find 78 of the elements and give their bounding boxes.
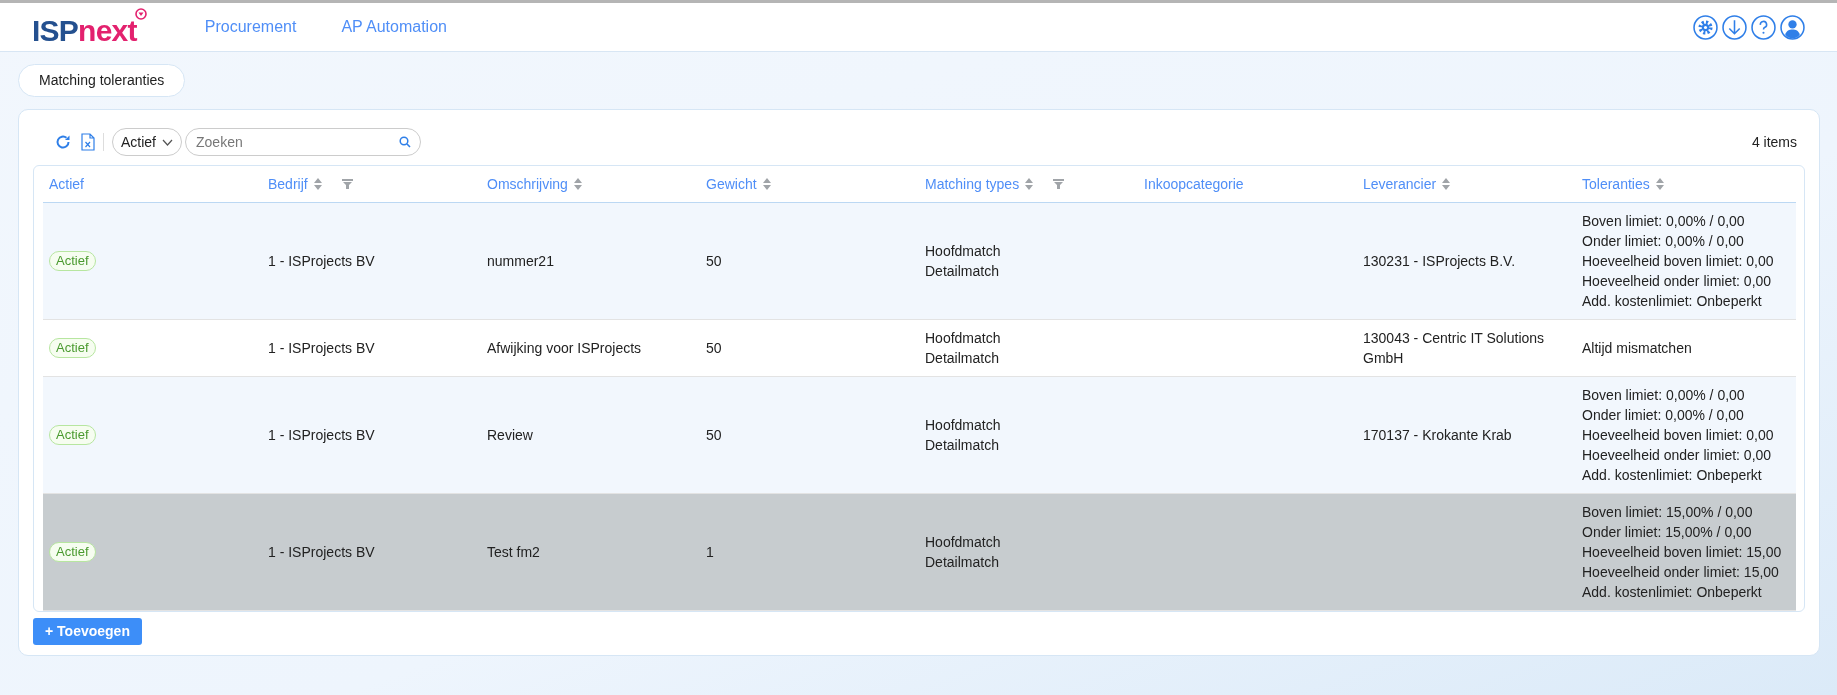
column-header[interactable]: Inkoopcategorie [1144,173,1244,195]
nav-link[interactable]: Procurement [204,15,297,39]
column-header[interactable]: Actief [49,173,84,195]
table-cell: 1 - ISProjects BV [268,543,375,560]
sort-icon[interactable] [1025,178,1034,191]
table-cell: 50 [706,252,722,269]
table-cell-text: Add. kostenlimiet: Onbeperkt [1582,465,1763,485]
table-cell-text: Onder limiet: 0,00% / 0,00 [1582,405,1745,425]
sort-icon[interactable] [1655,178,1664,191]
download-icon[interactable] [1722,14,1747,40]
table-cell-text: Detailmatch [925,348,1000,368]
sort-icon[interactable] [762,178,771,191]
status-badge: Actief [49,251,96,271]
logo[interactable]: ISPnext [32,8,147,46]
table-cell-text: Boven limiet: 0,00% / 0,00 [1582,211,1746,231]
sort-icon[interactable] [573,178,582,191]
table-cell: nummer21 [487,252,554,269]
refresh-icon[interactable] [55,134,71,150]
table-cell: 130043 - Centric IT Solutions GmbH [1363,329,1545,366]
column-header[interactable]: Bedrijf [268,173,308,195]
table-row[interactable]: Actief 1 - ISProjects BV Afwijking voor ISProjects 50 Hoofdmatch Detailmatch 130043 - Centric IT Solutions GmbH Altijd mismatchen [43,319,1796,376]
chevron-down-icon [162,138,173,146]
search-field[interactable]: Zoeken [185,128,421,156]
table-row[interactable] [43,493,1796,610]
table-cell-text: Detailmatch [925,261,1000,281]
table-cell-text: Altijd mismatchen [1582,338,1693,358]
table-cell: 50 [706,339,722,356]
status-badge: Actief [49,425,96,445]
table-cell-text: Add. kostenlimiet: Onbeperkt [1582,582,1763,602]
status-badge: Actief [49,338,96,358]
column-header[interactable]: Toleranties [1582,173,1650,195]
help-icon[interactable] [1751,14,1776,40]
table-row[interactable] [43,376,1796,493]
table-cell: 1 - ISProjects BV [268,339,375,356]
table-cell-text: Hoofdmatch [925,241,1002,261]
column-header[interactable]: Matching types [925,173,1020,195]
table-cell-text: Hoeveelheid onder limiet: 0,00 [1582,271,1773,291]
table-cell-text: Boven limiet: 0,00% / 0,00 [1582,385,1746,405]
status-badge: Actief [49,542,96,562]
nav-link[interactable]: AP Automation [341,15,447,39]
add-button[interactable]: + Toevoegen [33,617,142,645]
logo-badge-icon [134,8,147,20]
table-cell-text: Onder limiet: 0,00% / 0,00 [1582,231,1745,251]
column-header[interactable]: Gewicht [706,173,757,195]
table-cell-text: Hoofdmatch [925,328,1002,348]
filter-icon[interactable] [1053,179,1065,190]
table-cell-text: Detailmatch [925,435,1000,455]
table-cell: Test fm2 [487,543,540,560]
search-icon[interactable] [399,136,411,148]
user-icon[interactable] [1780,14,1805,40]
table-cell-text: Hoeveelheid boven limiet: 0,00 [1582,251,1775,271]
page-tab[interactable]: Matching toleranties [18,64,186,97]
table-cell-text: Hoeveelheid onder limiet: 0,00 [1582,445,1773,465]
table-cell: 1 [706,543,714,560]
sort-icon[interactable] [1442,178,1451,191]
table-cell-text: Hoeveelheid boven limiet: 15,00 [1582,542,1783,562]
table-cell: 130231 - ISProjects B.V. [1363,252,1516,269]
column-header[interactable]: Leverancier [1363,173,1437,195]
table-cell: 1 - ISProjects BV [268,426,375,443]
table-cell-text: Hoeveelheid onder limiet: 15,00 [1582,562,1780,582]
table-cell-text: Add. kostenlimiet: Onbeperkt [1582,291,1763,311]
table-cell-text: Detailmatch [925,552,1000,572]
table-cell-text: Boven limiet: 15,00% / 0,00 [1582,502,1754,522]
column-header[interactable]: Omschrijving [487,173,568,195]
sort-icon[interactable] [313,178,322,191]
item-count: 4 items [1751,132,1797,152]
filter-icon[interactable] [341,179,353,190]
excel-export-icon[interactable] [81,133,95,151]
table-cell-text: Hoeveelheid boven limiet: 0,00 [1582,425,1775,445]
table-cell: 170137 - Krokante Krab [1363,426,1512,443]
table-cell: 50 [706,426,722,443]
table-cell: Review [487,426,533,443]
table-cell-text: Hoofdmatch [925,532,1002,552]
table-cell: 1 - ISProjects BV [268,252,375,269]
table-cell-text: Onder limiet: 15,00% / 0,00 [1582,522,1753,542]
table-cell: Afwijking voor ISProjects [487,339,642,356]
table-cell-text: Hoofdmatch [925,415,1002,435]
settings-icon[interactable] [1693,14,1718,40]
